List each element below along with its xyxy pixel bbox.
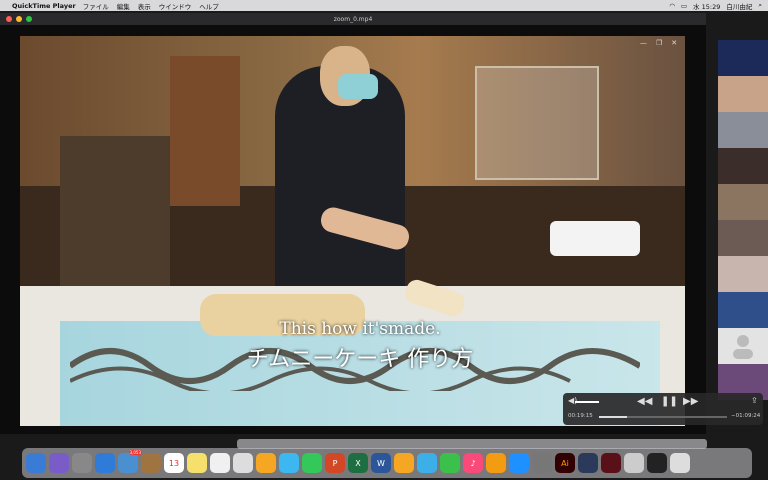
finder-icon[interactable] xyxy=(26,453,46,473)
excel-icon[interactable]: X xyxy=(348,453,368,473)
traffic-lights xyxy=(6,16,32,22)
share-icon[interactable]: ⇪ xyxy=(751,396,758,405)
zoom-icon[interactable] xyxy=(26,16,32,22)
facetime-icon[interactable] xyxy=(302,453,322,473)
volume-slider[interactable] xyxy=(575,401,599,403)
elapsed-time: 00:19:15 xyxy=(568,413,593,419)
numbers-icon[interactable] xyxy=(440,453,460,473)
kitchen-shelf xyxy=(60,136,170,286)
keynote-icon[interactable] xyxy=(417,453,437,473)
messages-icon[interactable] xyxy=(279,453,299,473)
subtitle-japanese: チムニーケーキ 作り方 xyxy=(246,347,474,372)
restore-icon[interactable]: ❐ xyxy=(656,39,662,47)
word-icon[interactable]: W xyxy=(371,453,391,473)
reminders-icon[interactable] xyxy=(210,453,230,473)
participant-tile[interactable] xyxy=(718,76,768,112)
search-icon[interactable]: ⌕ xyxy=(758,1,762,10)
menu-file[interactable]: ファイル xyxy=(83,1,109,11)
participant-tile[interactable] xyxy=(718,148,768,184)
quicktime-icon[interactable] xyxy=(578,453,598,473)
illustrator-icon[interactable]: Ai xyxy=(555,453,575,473)
zoom-window-controls: — ❐ ✕ xyxy=(640,39,677,47)
menu-bar: QuickTime Player ファイル 編集 表示 ウインドウ ヘルプ ◠ … xyxy=(0,0,768,11)
participant-tile[interactable] xyxy=(718,220,768,256)
mail-icon[interactable]: 3,053 xyxy=(118,450,142,473)
preview-icon[interactable] xyxy=(624,453,644,473)
wifi-icon[interactable]: ◠ xyxy=(669,2,675,10)
battery-icon[interactable]: ▭ xyxy=(681,2,687,10)
siri-icon[interactable] xyxy=(49,453,69,473)
music-icon[interactable]: ♪ xyxy=(463,453,483,473)
calendar-icon[interactable]: 13 xyxy=(164,453,184,473)
app-menu[interactable]: QuickTime Player xyxy=(12,2,76,10)
play-pause-icon[interactable]: ❚❚ xyxy=(661,396,678,407)
preview-icon[interactable] xyxy=(233,453,253,473)
rewind-icon[interactable]: ◀◀ xyxy=(637,396,652,407)
launchpad-icon[interactable] xyxy=(72,453,92,473)
system-preferences-icon[interactable] xyxy=(532,453,552,473)
oven-window xyxy=(475,66,599,180)
participant-tile[interactable] xyxy=(718,292,768,328)
progress-fill xyxy=(599,416,628,418)
acrobat-icon[interactable] xyxy=(601,453,621,473)
remaining-time: −01:09:24 xyxy=(731,413,761,419)
photos-icon[interactable] xyxy=(256,453,276,473)
app-store-icon[interactable] xyxy=(509,453,529,473)
towel xyxy=(550,221,640,256)
participant-tile[interactable] xyxy=(718,256,768,292)
menu-window[interactable]: ウインドウ xyxy=(159,1,192,11)
participant-tile[interactable] xyxy=(718,112,768,148)
menu-view[interactable]: 表示 xyxy=(138,1,151,11)
forward-icon[interactable]: ▶▶ xyxy=(683,396,698,407)
trash-icon[interactable] xyxy=(670,453,690,473)
participant-tile[interactable] xyxy=(718,184,768,220)
books-icon[interactable] xyxy=(486,453,506,473)
avatar xyxy=(733,335,753,359)
window-titlebar[interactable]: zoom_0.mp4 xyxy=(0,13,706,25)
close-icon[interactable] xyxy=(6,16,12,22)
notes-app-icon[interactable] xyxy=(141,453,161,473)
powerpoint-icon[interactable]: P xyxy=(325,453,345,473)
player-controls: ◀) ◀◀ ❚❚ ▶▶ ⇪ 00:19:15 −01:09:24 xyxy=(563,393,763,425)
participant-tile[interactable] xyxy=(718,40,768,76)
minimize-icon[interactable]: — xyxy=(640,39,647,47)
stickies-icon[interactable] xyxy=(187,453,207,473)
status-area: ◠ ▭ 水 15:29 白川由紀 ⌕ xyxy=(669,1,768,11)
face-mask xyxy=(338,74,378,99)
user-name[interactable]: 白川由紀 xyxy=(726,1,752,11)
terminal-icon[interactable] xyxy=(647,453,667,473)
window-title: zoom_0.mp4 xyxy=(333,15,373,23)
clock[interactable]: 水 15:29 xyxy=(693,1,720,11)
menu-edit[interactable]: 編集 xyxy=(117,1,130,11)
participant-tile[interactable] xyxy=(718,328,768,364)
progress-track[interactable] xyxy=(599,416,727,418)
pages-icon[interactable] xyxy=(394,453,414,473)
subtitle-english: This how it'smade. xyxy=(279,319,441,339)
participant-strip xyxy=(708,40,768,400)
close-icon[interactable]: ✕ xyxy=(671,39,677,47)
minimize-icon[interactable] xyxy=(16,16,22,22)
mail-badge: 3,053 xyxy=(128,450,142,455)
kitchen-door xyxy=(170,56,240,206)
quicktime-window: zoom_0.mp4 This how it'smade. チムニーケーキ 作り… xyxy=(0,13,706,434)
dock: 3,053 13 P X W ♪ Ai xyxy=(22,448,752,478)
video-frame[interactable]: This how it'smade. チムニーケーキ 作り方 xyxy=(20,36,685,426)
safari-icon[interactable] xyxy=(95,453,115,473)
menu-help[interactable]: ヘルプ xyxy=(199,1,219,11)
